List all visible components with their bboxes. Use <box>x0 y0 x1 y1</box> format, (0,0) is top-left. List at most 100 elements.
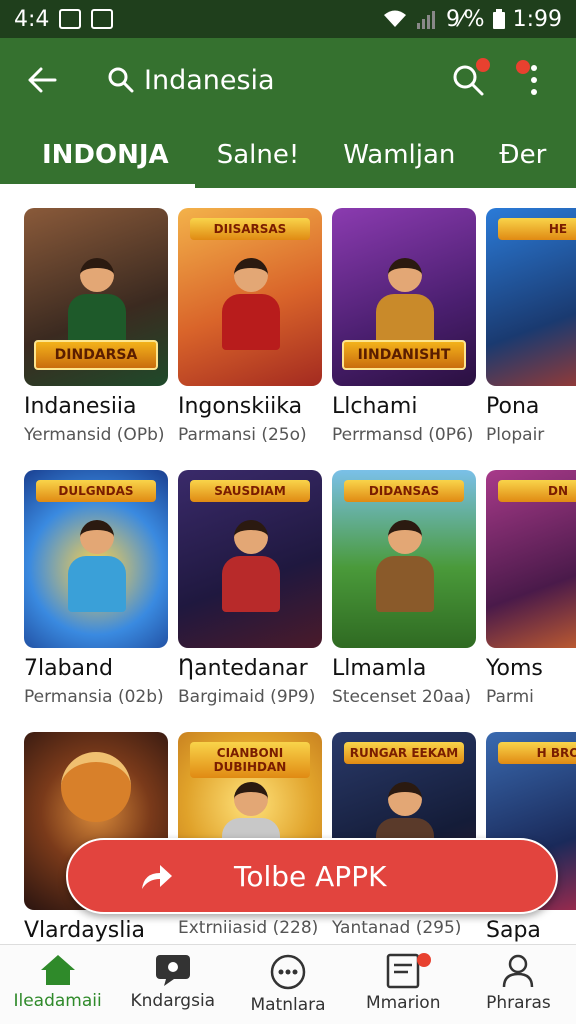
status-bar: 4:4 9⁄% 1:99 <box>0 0 576 38</box>
app-subtitle: Yermansid (OPb) <box>24 425 165 445</box>
status-time: 4:4 <box>14 6 50 32</box>
app-card[interactable]: DINDARSA Indanesiia Yermansid (OPb) <box>24 208 168 445</box>
thumbnail-title: DIDANSAS <box>344 480 464 502</box>
app-title: 7laband <box>24 656 113 681</box>
character-figure <box>376 520 434 612</box>
app-title: Ƞantedanar <box>178 656 308 681</box>
wifi-icon <box>382 9 408 29</box>
battery-percent: 9⁄% <box>446 6 485 32</box>
character-figure <box>376 258 434 350</box>
app-subtitle: Parmansi (25o) <box>178 425 307 445</box>
nav-label: Ileadamaii <box>13 991 102 1011</box>
search-button[interactable] <box>446 58 490 102</box>
character-figure <box>222 520 280 612</box>
more-icon <box>270 954 306 990</box>
app-thumbnail: DINDARSA <box>24 208 168 386</box>
overflow-menu-button[interactable] <box>512 58 556 102</box>
thumbnail-title: RUNGAR EEKAM <box>344 742 464 764</box>
app-title: Sapa <box>486 918 541 943</box>
back-button[interactable] <box>20 58 64 102</box>
app-row: DULGNDAS 7laband Permansia (02b) SAUSDIA… <box>24 470 576 707</box>
nav-item-more[interactable]: Matnlara <box>230 945 345 1024</box>
app-bar: Indanesia <box>0 38 576 122</box>
nav-label: Kndargsia <box>130 991 216 1011</box>
notification-badge <box>476 58 490 72</box>
app-card[interactable]: IINDANISHT Llchami Perrmansd (0P6) <box>332 208 476 445</box>
status-clock: 1:99 <box>512 6 562 32</box>
app-thumbnail: HE <box>486 208 576 386</box>
thumbnail-title: DULGNDAS <box>36 480 156 502</box>
app-subtitle: Perrmansd (0P6) <box>332 425 474 445</box>
notification-badge <box>516 60 530 74</box>
share-arrow-icon <box>138 861 198 891</box>
app-card[interactable]: DIISARSAS Ingonskiika Parmansi (25o) <box>178 208 322 445</box>
app-thumbnail: DIISARSAS <box>178 208 322 386</box>
app-title: Llchami <box>332 394 418 419</box>
nav-label: Mmarion <box>365 993 441 1013</box>
download-apk-button[interactable]: Tolbe APPK <box>66 838 558 914</box>
search-icon <box>108 67 134 93</box>
thumbnail-title: DIISARSAS <box>190 218 310 240</box>
app-card[interactable]: DN Yoms Parmi <box>486 470 576 707</box>
tiger-figure <box>54 752 138 842</box>
list-icon <box>386 953 420 989</box>
character-figure <box>68 258 126 350</box>
thumbnail-title: CIANBONI DUBIHDAN <box>190 742 310 778</box>
app-subtitle: Permansia (02b) <box>24 687 164 707</box>
app-title: Vlardayslia <box>24 918 145 943</box>
mail-icon <box>91 9 114 29</box>
app-card[interactable]: DULGNDAS 7laband Permansia (02b) <box>24 470 168 707</box>
app-card[interactable]: SAUSDIAM Ƞantedanar Bargimaid (9P9) <box>178 470 322 707</box>
app-title: Yoms <box>486 656 543 681</box>
app-thumbnail: IINDANISHT <box>332 208 476 386</box>
app-row: DINDARSA Indanesiia Yermansid (OPb) DIIS… <box>24 208 576 445</box>
app-grid: DINDARSA Indanesiia Yermansid (OPb) DIIS… <box>0 188 576 944</box>
app-title: Indanesiia <box>24 394 137 419</box>
app-title: Pona <box>486 394 540 419</box>
profile-icon <box>503 954 534 988</box>
thumbnail-title: DINDARSA <box>34 340 158 370</box>
more-vertical-icon <box>531 65 537 95</box>
thumbnail-title: SAUSDIAM <box>190 480 310 502</box>
app-title: Llmamla <box>332 656 427 681</box>
app-subtitle: Bargimaid (9P9) <box>178 687 316 707</box>
app-subtitle: Yantanad (295) <box>332 918 462 938</box>
tab-wamljan[interactable]: Wamljan <box>321 122 477 188</box>
nav-item-home[interactable]: Ileadamaii <box>0 945 115 1024</box>
app-subtitle: Stecenset 20aa) <box>332 687 471 707</box>
notification-icon <box>59 9 82 29</box>
tab-der[interactable]: Ðer <box>477 122 568 188</box>
search-field[interactable]: Indanesia <box>108 65 446 96</box>
battery-icon <box>492 9 505 29</box>
app-thumbnail: SAUSDIAM <box>178 470 322 648</box>
chat-icon <box>155 955 190 986</box>
app-thumbnail: DIDANSAS <box>332 470 476 648</box>
bottom-navigation: Ileadamaii Kndargsia Matnlara Mmarion Ph… <box>0 944 576 1024</box>
nav-label: Matnlara <box>250 995 326 1015</box>
thumbnail-title: DN <box>498 480 576 502</box>
thumbnail-title: IINDANISHT <box>342 340 466 370</box>
download-apk-label: Tolbe APPK <box>234 859 387 893</box>
search-query: Indanesia <box>144 64 275 96</box>
nav-item-list[interactable]: Mmarion <box>346 945 461 1024</box>
app-subtitle: Parmi <box>486 687 534 707</box>
thumbnail-title: HE <box>498 218 576 240</box>
thumbnail-title: H BRO <box>498 742 576 764</box>
tab-salne[interactable]: Salne! <box>195 122 322 188</box>
nav-item-profile[interactable]: Phraras <box>461 945 576 1024</box>
character-figure <box>68 520 126 612</box>
nav-item-chat[interactable]: Kndargsia <box>115 945 230 1024</box>
app-card[interactable]: HE Pona Plopair <box>486 208 576 445</box>
home-icon <box>40 955 75 985</box>
app-subtitle: Plopair <box>486 425 545 445</box>
back-arrow-icon <box>28 67 57 93</box>
app-title: Ingonskiika <box>178 394 303 419</box>
app-subtitle: Extrniiasid (228) <box>178 918 319 938</box>
signal-icon <box>416 9 438 29</box>
character-figure <box>222 258 280 350</box>
tab-indonja[interactable]: INDONJA <box>0 122 195 188</box>
app-card[interactable]: DIDANSAS Llmamla Stecenset 20aa) <box>332 470 476 707</box>
app-thumbnail: DULGNDAS <box>24 470 168 648</box>
notification-badge <box>416 953 431 967</box>
app-thumbnail: DN <box>486 470 576 648</box>
